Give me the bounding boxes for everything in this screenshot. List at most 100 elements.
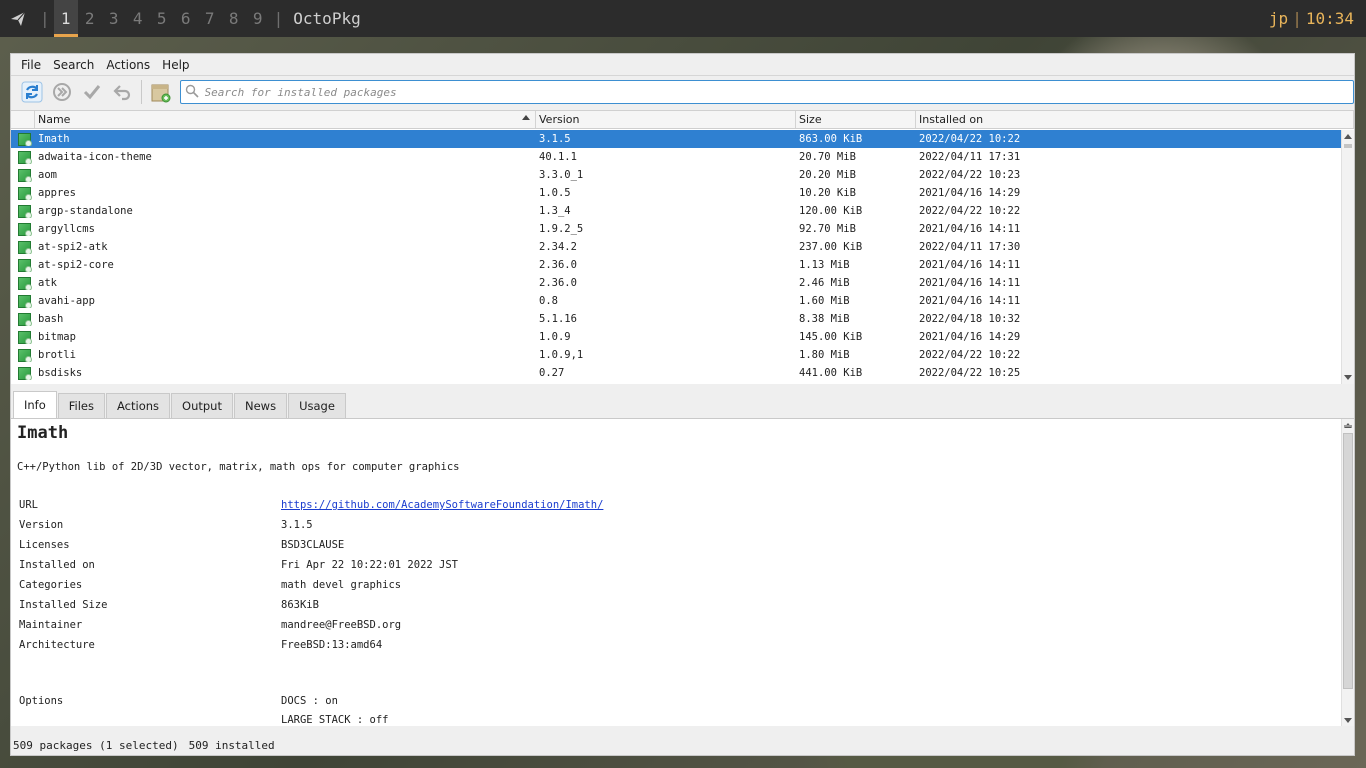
workspace-7[interactable]: 7 bbox=[198, 0, 222, 37]
installed-package-icon bbox=[18, 276, 32, 290]
installed-package-icon bbox=[18, 294, 32, 308]
column-header-size[interactable]: Size bbox=[796, 111, 916, 128]
table-row[interactable]: avahi-app 0.8 1.60 MiB 2021/04/16 14:11 bbox=[11, 292, 1341, 310]
tab-usage[interactable]: Usage bbox=[288, 393, 346, 418]
column-header-version[interactable]: Version bbox=[536, 111, 796, 128]
workspace-1[interactable]: 1 bbox=[53, 0, 78, 37]
installed-package-icon bbox=[18, 186, 32, 200]
rollback-icon[interactable] bbox=[107, 78, 137, 106]
search-icon bbox=[185, 84, 199, 101]
commit-icon[interactable] bbox=[77, 78, 107, 106]
option-value: DOCS : on bbox=[281, 695, 338, 707]
window-title: OctoPkg bbox=[293, 9, 361, 28]
scrollbar-grip bbox=[1344, 425, 1352, 427]
separator: | bbox=[273, 9, 284, 28]
info-field-value: Fri Apr 22 10:22:01 2022 JST bbox=[281, 559, 459, 571]
table-row[interactable]: bitmap 1.0.9 145.00 KiB 2021/04/16 14:29 bbox=[11, 328, 1341, 346]
info-field-row: Installed Size 863KiB bbox=[17, 595, 1337, 615]
installed-package-icon bbox=[18, 222, 32, 236]
table-row[interactable]: at-spi2-core 2.36.0 1.13 MiB 2021/04/16 14:… bbox=[11, 256, 1341, 274]
column-header-icon[interactable] bbox=[11, 111, 35, 128]
workspace-4[interactable]: 4 bbox=[126, 0, 150, 37]
table-row[interactable]: bsdisks 0.27 441.00 KiB 2022/04/22 10:25 bbox=[11, 364, 1341, 382]
package-installed-on: 2021/04/16 14:11 bbox=[919, 277, 1021, 289]
package-list-scrollbar[interactable] bbox=[1341, 130, 1354, 384]
table-row[interactable]: atk 2.36.0 2.46 MiB 2021/04/16 14:11 bbox=[11, 274, 1341, 292]
package-url-link[interactable]: https://github.com/AcademySoftwareFounda… bbox=[281, 499, 603, 511]
info-field-key: Version bbox=[19, 519, 64, 531]
toolbar bbox=[11, 76, 1354, 108]
package-size: 237.00 KiB bbox=[799, 241, 863, 253]
installed-package-icon bbox=[18, 150, 32, 164]
package-version: 5.1.16 bbox=[539, 313, 577, 325]
package-version: 2.34.2 bbox=[539, 241, 577, 253]
user-name: jp bbox=[1268, 9, 1289, 28]
installed-count: 509 installed bbox=[188, 738, 275, 752]
package-status-cell bbox=[11, 312, 35, 326]
table-row[interactable]: bash 5.1.16 8.38 MiB 2022/04/18 10:32 bbox=[11, 310, 1341, 328]
menu-file[interactable]: File bbox=[15, 58, 47, 72]
tab-files[interactable]: Files bbox=[57, 393, 106, 418]
top-panel: | 123456789 | OctoPkg jp | 10:34 bbox=[0, 0, 1366, 37]
workspace-3[interactable]: 3 bbox=[102, 0, 126, 37]
tab-output[interactable]: Output bbox=[171, 393, 233, 418]
package-name: Imath bbox=[38, 133, 70, 145]
toolbar-separator bbox=[140, 80, 142, 104]
package-installed-on: 2022/04/22 10:22 bbox=[919, 349, 1021, 361]
package-size: 120.00 KiB bbox=[799, 205, 863, 217]
tab-actions[interactable]: Actions bbox=[106, 393, 171, 418]
workspace-5[interactable]: 5 bbox=[150, 0, 174, 37]
sync-database-icon[interactable] bbox=[17, 78, 47, 106]
table-row[interactable]: argyllcms 1.9.2_5 92.70 MiB 2021/04/16 14:1… bbox=[11, 220, 1341, 238]
table-row[interactable]: Imath 3.1.5 863.00 KiB 2022/04/22 10:22 bbox=[11, 130, 1341, 148]
package-status-cell bbox=[11, 186, 35, 200]
menu-actions[interactable]: Actions bbox=[100, 58, 156, 72]
info-panel-scrollbar[interactable] bbox=[1341, 419, 1354, 726]
table-row[interactable]: at-spi2-atk 2.34.2 237.00 KiB 2022/04/11 17… bbox=[11, 238, 1341, 256]
scrollbar-thumb[interactable] bbox=[1343, 433, 1353, 689]
package-list[interactable]: Name Version Size Installed on Imath 3.1.… bbox=[11, 110, 1354, 384]
package-rows: Imath 3.1.5 863.00 KiB 2022/04/22 10:22 adwa… bbox=[11, 130, 1341, 384]
workspace-9[interactable]: 9 bbox=[246, 0, 270, 37]
info-field-key: Licenses bbox=[19, 539, 70, 551]
sort-ascending-icon bbox=[522, 115, 530, 120]
column-header-installed-on[interactable]: Installed on bbox=[916, 111, 1354, 128]
column-header-name[interactable]: Name bbox=[35, 111, 536, 128]
workspace-6[interactable]: 6 bbox=[174, 0, 198, 37]
info-content: Imath C++/Python lib of 2D/3D vector, ma… bbox=[17, 423, 1337, 726]
search-input[interactable] bbox=[204, 82, 1353, 102]
info-field-row: Version 3.1.5 bbox=[17, 515, 1337, 535]
menu-help[interactable]: Help bbox=[156, 58, 195, 72]
workspace-8[interactable]: 8 bbox=[222, 0, 246, 37]
upgrade-icon[interactable] bbox=[47, 78, 77, 106]
tab-news[interactable]: News bbox=[233, 393, 288, 418]
package-name: argp-standalone bbox=[38, 205, 133, 217]
scroll-up-arrow-icon[interactable] bbox=[1344, 134, 1352, 139]
menu-search[interactable]: Search bbox=[47, 58, 100, 72]
info-field-row: Licenses BSD3CLAUSE bbox=[17, 535, 1337, 555]
scroll-down-arrow-icon[interactable] bbox=[1344, 375, 1352, 380]
info-panel: Imath C++/Python lib of 2D/3D vector, ma… bbox=[11, 418, 1354, 726]
octopkg-window: File Search Actions Help Search for inst… bbox=[10, 53, 1355, 756]
details-tabs: Info Files Actions Output News Usage bbox=[11, 391, 347, 418]
package-version: 1.9.2_5 bbox=[539, 223, 584, 235]
status-bar: 509 packages (1 selected) 509 installed bbox=[11, 734, 1354, 756]
search-box[interactable] bbox=[179, 80, 1354, 104]
paper-plane-icon[interactable] bbox=[0, 0, 36, 37]
package-name: bitmap bbox=[38, 331, 76, 343]
installed-package-icon bbox=[18, 240, 32, 254]
package-version: 3.1.5 bbox=[539, 133, 571, 145]
scroll-down-arrow-icon[interactable] bbox=[1344, 718, 1352, 723]
scrollbar-thumb[interactable] bbox=[1344, 144, 1352, 148]
tab-info[interactable]: Info bbox=[13, 391, 57, 418]
table-row[interactable]: adwaita-icon-theme 40.1.1 20.70 MiB 2022/04… bbox=[11, 148, 1341, 166]
install-local-package-icon[interactable] bbox=[146, 78, 176, 106]
workspace-2[interactable]: 2 bbox=[78, 0, 102, 37]
package-installed-on: 2021/04/16 14:11 bbox=[919, 295, 1021, 307]
table-row[interactable]: brotli 1.0.9,1 1.80 MiB 2022/04/22 10:22 bbox=[11, 346, 1341, 364]
table-row[interactable]: aom 3.3.0_1 20.20 MiB 2022/04/22 10:23 bbox=[11, 166, 1341, 184]
table-row[interactable]: argp-standalone 1.3_4 120.00 KiB 2022/04/22… bbox=[11, 202, 1341, 220]
table-row[interactable]: appres 1.0.5 10.20 KiB 2021/04/16 14:29 bbox=[11, 184, 1341, 202]
package-version: 2.36.0 bbox=[539, 277, 577, 289]
options-label: Options bbox=[19, 695, 64, 707]
